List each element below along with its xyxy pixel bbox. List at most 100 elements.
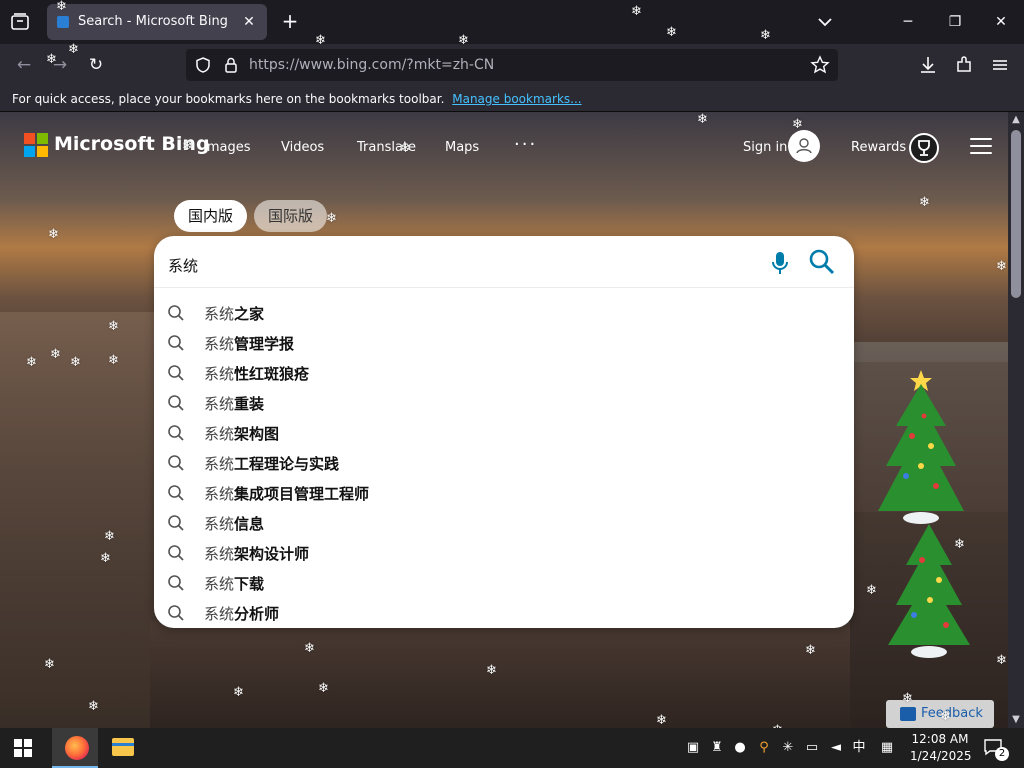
- suggestion-item[interactable]: 系统信息: [154, 508, 854, 538]
- suggestion-prefix: 系统: [204, 305, 235, 323]
- snowflake-icon: ❄: [48, 227, 59, 242]
- suggestion-text: 系统分析师: [204, 603, 279, 624]
- more-menu-button[interactable]: ···: [514, 134, 537, 155]
- tray-sparkle-icon[interactable]: ✳: [779, 739, 797, 757]
- suggestion-text: 系统重装: [204, 393, 264, 414]
- suggestion-item[interactable]: 系统架构图: [154, 418, 854, 448]
- tray-drop-icon[interactable]: ●: [731, 739, 749, 757]
- christmas-tree-icon: [888, 524, 970, 658]
- maximize-button[interactable]: ❐: [940, 8, 970, 36]
- region-tab-china[interactable]: 国内版: [174, 200, 248, 232]
- firefox-view-icon[interactable]: [8, 10, 32, 34]
- suggestion-item[interactable]: 系统性红斑狼疮: [154, 358, 854, 388]
- url-bar[interactable]: https://www.bing.com/?mkt=zh-CN: [186, 49, 838, 81]
- suggestion-item[interactable]: 系统重装: [154, 388, 854, 418]
- shield-icon[interactable]: [194, 56, 212, 74]
- bing-favicon-icon: [57, 16, 69, 28]
- suggestion-completion: 集成项目管理工程师: [234, 485, 370, 503]
- suggestion-completion: 性红斑狼疮: [234, 365, 310, 383]
- url-text: https://www.bing.com/?mkt=zh-CN: [249, 57, 495, 73]
- navigation-toolbar: ← → ↻ https://www.bing.com/?mkt=zh-CN: [0, 44, 1024, 86]
- extensions-icon[interactable]: [953, 54, 975, 76]
- system-clock[interactable]: 12:08 AM 1/24/2025: [910, 731, 972, 765]
- suggestion-prefix: 系统: [204, 515, 235, 533]
- taskbar-firefox[interactable]: [52, 728, 98, 768]
- page-scrollbar[interactable]: ▲ ▼: [1008, 112, 1024, 728]
- new-tab-button[interactable]: +: [278, 10, 302, 34]
- chevron-down-icon[interactable]: [814, 12, 836, 32]
- bookmarks-message: For quick access, place your bookmarks h…: [12, 92, 582, 106]
- suggestion-item[interactable]: 系统集成项目管理工程师: [154, 478, 854, 508]
- download-icon[interactable]: [917, 54, 939, 76]
- hamburger-menu-icon[interactable]: [970, 138, 992, 156]
- browser-tab[interactable]: Search - Microsoft Bing ✕: [47, 4, 267, 40]
- suggestion-text: 系统架构图: [204, 423, 279, 444]
- suggestion-prefix: 系统: [204, 485, 235, 503]
- minimize-button[interactable]: ─: [893, 8, 923, 36]
- search-icon[interactable]: [808, 248, 836, 276]
- suggestion-completion: 之家: [234, 305, 265, 323]
- suggestion-text: 系统工程理论与实践: [204, 453, 339, 474]
- firefox-icon: [65, 736, 89, 760]
- sign-in-link[interactable]: Sign in: [743, 140, 787, 155]
- snowflake-icon: ❄: [996, 259, 1007, 274]
- feedback-button[interactable]: Feedback: [886, 700, 994, 728]
- search-icon: [168, 545, 184, 561]
- suggestion-prefix: 系统: [204, 335, 235, 353]
- scroll-up-arrow-icon[interactable]: ▲: [1008, 112, 1024, 128]
- nav-images[interactable]: Images: [203, 140, 251, 155]
- taskbar-file-explorer[interactable]: [100, 728, 146, 768]
- suggestion-item[interactable]: 系统下载: [154, 568, 854, 598]
- nav-maps[interactable]: Maps: [445, 140, 479, 155]
- lock-icon[interactable]: [222, 56, 240, 74]
- tab-close-button[interactable]: ✕: [239, 12, 259, 32]
- volume-icon[interactable]: ◄: [827, 739, 845, 757]
- microsoft-logo-icon[interactable]: [24, 133, 48, 157]
- christmas-tree-icon: [878, 370, 964, 524]
- rewards-trophy-icon[interactable]: [909, 133, 939, 163]
- window-close-button[interactable]: ✕: [986, 8, 1016, 36]
- suggestion-prefix: 系统: [204, 575, 235, 593]
- suggestion-item[interactable]: 系统工程理论与实践: [154, 448, 854, 478]
- search-icon: [168, 305, 184, 321]
- rewards-link[interactable]: Rewards: [851, 140, 906, 155]
- bookmark-star-icon[interactable]: [810, 55, 830, 75]
- notification-center-icon[interactable]: 2: [983, 738, 1009, 761]
- windows-start-icon[interactable]: [14, 739, 32, 757]
- suggestion-prefix: 系统: [204, 545, 235, 563]
- back-button[interactable]: ←: [11, 52, 37, 78]
- suggestion-completion: 重装: [234, 395, 265, 413]
- suggestion-item[interactable]: 系统架构设计师: [154, 538, 854, 568]
- suggestion-item[interactable]: 系统之家: [154, 298, 854, 328]
- scroll-down-arrow-icon[interactable]: ▼: [1008, 712, 1024, 728]
- suggestion-item[interactable]: 系统管理学报: [154, 328, 854, 358]
- region-tab-international[interactable]: 国际版: [254, 200, 328, 232]
- scroll-thumb[interactable]: [1011, 130, 1021, 298]
- search-icon: [168, 395, 184, 411]
- manage-bookmarks-link[interactable]: Manage bookmarks...: [452, 92, 581, 106]
- nav-videos[interactable]: Videos: [281, 140, 324, 155]
- search-icon: [168, 605, 184, 621]
- notification-count-badge: 2: [995, 747, 1009, 761]
- suggestion-prefix: 系统: [204, 455, 235, 473]
- tray-search-icon[interactable]: ⚲: [755, 739, 773, 757]
- search-icon: [168, 425, 184, 441]
- suggestion-completion: 架构设计师: [234, 545, 310, 563]
- suggestion-text: 系统之家: [204, 303, 264, 324]
- bookmarks-toolbar: For quick access, place your bookmarks h…: [0, 86, 1024, 112]
- tab-strip: Search - Microsoft Bing ✕ + ─ ❐ ✕: [0, 0, 1024, 44]
- avatar[interactable]: [788, 130, 820, 162]
- nav-translate[interactable]: Translate: [357, 140, 416, 155]
- tray-app-icon[interactable]: ▣: [684, 739, 702, 757]
- menu-icon[interactable]: [989, 54, 1011, 76]
- tray-network-app-icon[interactable]: ♜: [708, 739, 726, 757]
- input-method-indicator[interactable]: 中: [850, 739, 868, 757]
- reload-button[interactable]: ↻: [83, 52, 109, 78]
- keyboard-grid-icon[interactable]: ▦: [878, 739, 896, 757]
- forward-button[interactable]: →: [47, 52, 73, 78]
- network-icon[interactable]: ▭: [803, 739, 821, 757]
- microphone-icon[interactable]: [768, 250, 792, 276]
- bing-brand[interactable]: Microsoft Bing: [54, 133, 210, 155]
- search-input[interactable]: [168, 252, 748, 278]
- suggestion-item[interactable]: 系统分析师: [154, 598, 854, 628]
